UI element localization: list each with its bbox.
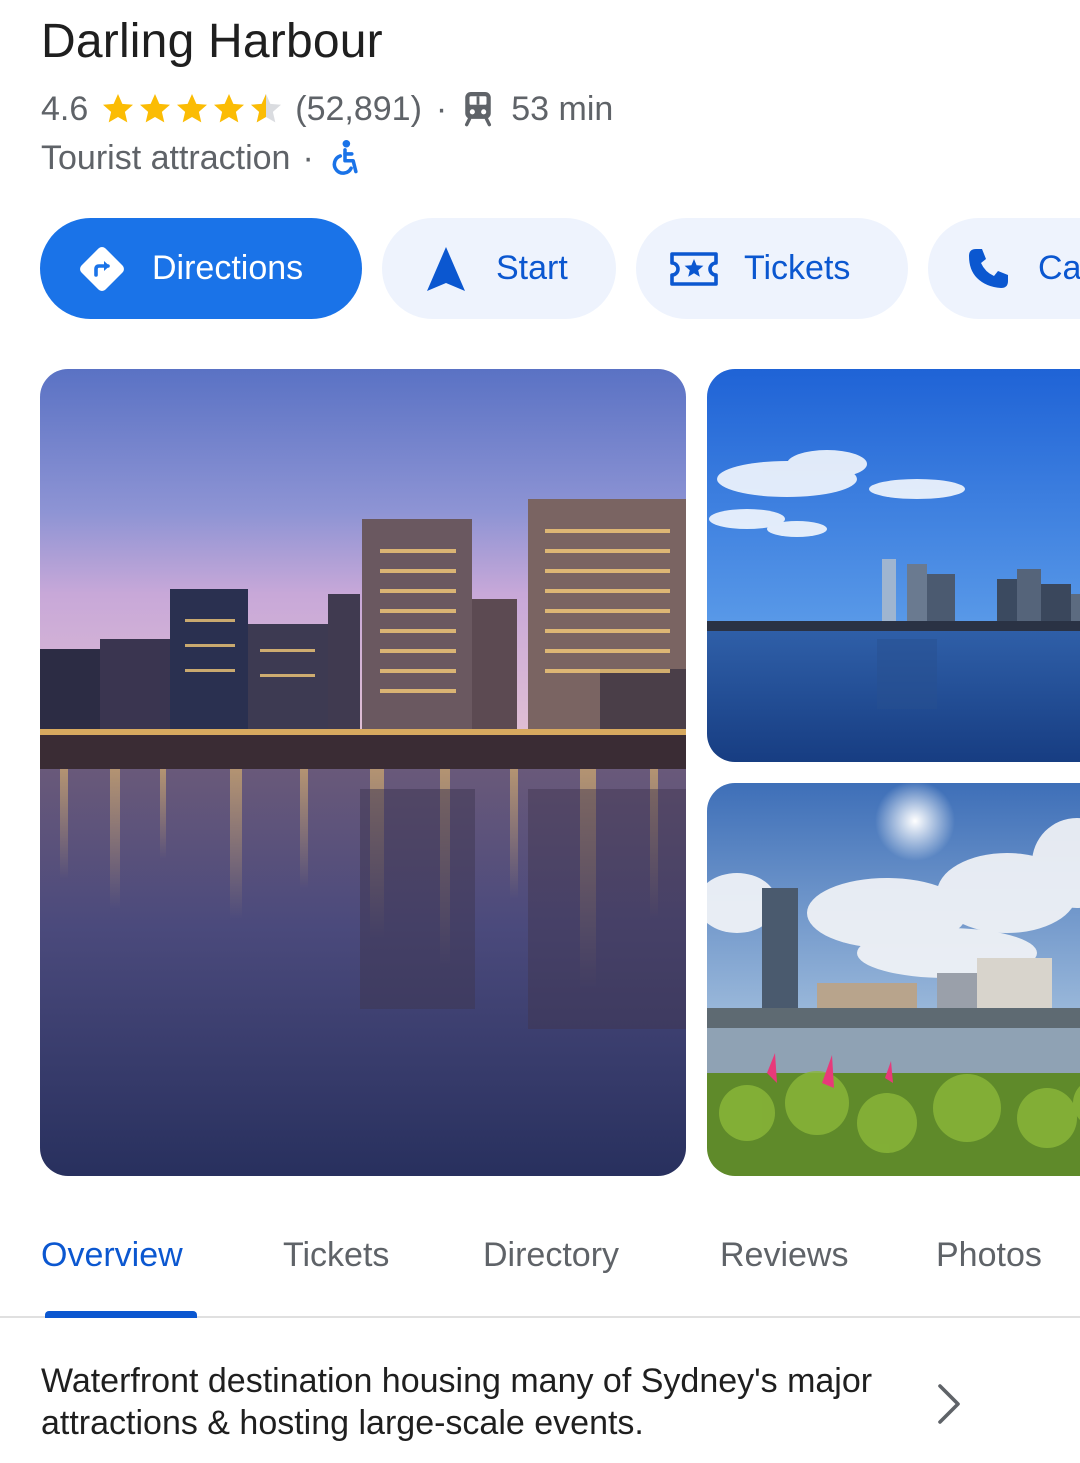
directions-icon (80, 246, 124, 291)
harbour-day-photo[interactable] (707, 369, 1080, 762)
directions-label: Directions (152, 249, 304, 287)
chevron-right-icon[interactable] (930, 1380, 966, 1428)
directions-button[interactable]: Directions (40, 218, 362, 319)
tab-photos[interactable]: Photos (936, 1236, 1042, 1275)
transit-time: 53 min (511, 89, 614, 128)
tab-bar: Overview Tickets Directory Reviews Photo… (0, 1218, 1080, 1318)
tab-overview[interactable]: Overview (41, 1236, 183, 1275)
main-photo[interactable] (40, 369, 686, 1176)
tab-reviews[interactable]: Reviews (720, 1236, 848, 1275)
star-rating (100, 91, 285, 127)
star-icon (214, 94, 245, 123)
tickets-button[interactable]: Tickets (636, 218, 908, 319)
star-icon (103, 94, 134, 123)
half-star-icon (251, 94, 282, 123)
start-label: Start (496, 249, 568, 287)
star-icon (140, 94, 171, 123)
action-buttons: Directions Start Tickets Ca (40, 218, 1080, 319)
phone-icon (969, 248, 1008, 288)
tab-directory[interactable]: Directory (483, 1236, 619, 1275)
rating-value: 4.6 (41, 89, 89, 128)
separator-dot: · (302, 138, 314, 177)
tickets-label: Tickets (744, 249, 851, 287)
call-button[interactable]: Ca (928, 218, 1080, 319)
tab-tickets[interactable]: Tickets (283, 1236, 389, 1275)
harbour-garden-photo[interactable] (707, 783, 1080, 1176)
call-label: Ca (1038, 249, 1080, 287)
ticket-icon (670, 251, 718, 286)
review-count-link[interactable]: (52,891) (295, 90, 422, 129)
wheelchair-accessible-icon[interactable] (328, 139, 362, 177)
place-panel: Darling Harbour 4.6 (52,891) · 53 min To… (0, 0, 1080, 1463)
place-description[interactable]: Waterfront destination housing many of S… (41, 1360, 901, 1444)
place-category: Tourist attraction (41, 138, 291, 177)
category-row: Tourist attraction · (41, 136, 362, 180)
place-title: Darling Harbour (41, 15, 383, 68)
separator-dot: · (435, 89, 448, 128)
star-icon (177, 94, 208, 123)
active-tab-indicator (45, 1311, 197, 1318)
navigation-arrow-icon (427, 246, 465, 291)
start-button[interactable]: Start (382, 218, 616, 319)
train-icon (465, 92, 492, 127)
rating-row: 4.6 (52,891) · 53 min (41, 86, 613, 132)
